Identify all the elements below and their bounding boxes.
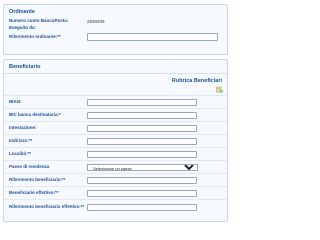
eseguito-row: Eseguito da: <box>4 25 227 32</box>
localita-input[interactable] <box>87 150 197 158</box>
ordinante-title: Ordinante <box>9 9 35 15</box>
riferimento-ordinante-row: Riferimento ordinante:** <box>4 32 227 43</box>
conto-row: Numero conto BancoPosta: 2830409 <box>4 18 227 25</box>
paese-row: Paese di residenza Selezionare un paese <box>4 160 227 173</box>
riferimento-ordinante-input[interactable] <box>87 33 218 41</box>
iban-row: IBAN: <box>4 95 227 108</box>
rubrica-beneficiari-link[interactable]: Rubrica Beneficiari <box>172 78 222 84</box>
eseguito-label: Eseguito da: <box>9 25 37 31</box>
rif-benef-effettivo-label: Riferimento beneficiario effettivo:** <box>9 203 85 209</box>
intestazione-row: Intestazione: <box>4 121 227 134</box>
iban-input[interactable] <box>87 98 197 106</box>
rif-benef-effettivo-row: Riferimento beneficiario effettivo:** <box>4 199 227 214</box>
benef-effettivo-label: Beneficiario effettivo:** <box>9 189 59 195</box>
localita-row: Località:** <box>4 147 227 160</box>
localita-label: Località:** <box>9 150 32 156</box>
ordinante-panel: Ordinante Numero conto BancoPosta: 28304… <box>3 4 228 55</box>
rif-beneficiario-row: Riferimento beneficiario:** <box>4 173 227 186</box>
rubrica-area: Rubrica Beneficiari <box>4 73 227 95</box>
indirizzo-label: Indirizzo:** <box>9 137 33 143</box>
intestazione-label: Intestazione: <box>9 124 37 130</box>
riferimento-ordinante-label: Riferimento ordinante:** <box>9 34 61 40</box>
payment-form: Ordinante Numero conto BancoPosta: 28304… <box>0 0 231 222</box>
rif-beneficiario-label: Riferimento beneficiario:** <box>9 176 66 182</box>
paese-label: Paese di residenza <box>9 163 50 169</box>
iban-label: IBAN: <box>9 98 22 104</box>
conto-value: 2830409 <box>87 19 105 24</box>
intestazione-input[interactable] <box>87 124 197 132</box>
address-book-add-icon[interactable] <box>216 86 223 93</box>
bic-input[interactable] <box>87 111 197 119</box>
rif-benef-effettivo-input[interactable] <box>87 203 197 211</box>
beneficiario-panel: Beneficiario Rubrica Beneficiari IBAN: B… <box>3 59 228 222</box>
benef-effettivo-row: Beneficiario effettivo:** <box>4 186 227 199</box>
bic-label: BIC banca destinataria:* <box>9 111 61 117</box>
indirizzo-input[interactable] <box>87 137 197 145</box>
rif-beneficiario-input[interactable] <box>87 176 197 184</box>
conto-label: Numero conto BancoPosta: <box>9 18 69 24</box>
indirizzo-row: Indirizzo:** <box>4 134 227 147</box>
bic-row: BIC banca destinataria:* <box>4 108 227 121</box>
paese-select[interactable]: Selezionare un paese <box>87 163 198 171</box>
benef-effettivo-input[interactable] <box>87 189 197 197</box>
beneficiario-title: Beneficiario <box>9 64 41 70</box>
